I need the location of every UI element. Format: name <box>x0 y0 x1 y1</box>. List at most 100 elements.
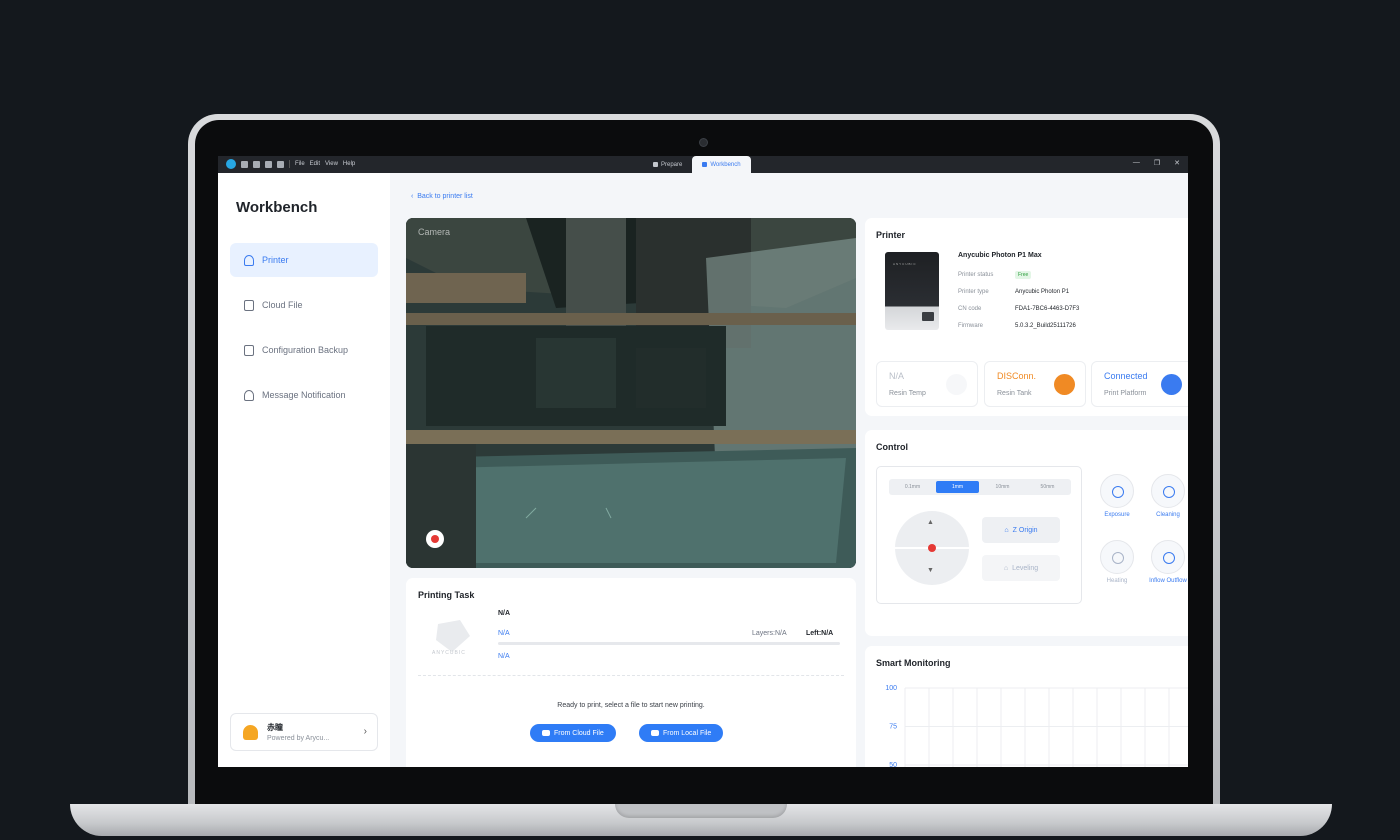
exposure-glyph <box>1112 486 1124 498</box>
title-bar-divider <box>289 160 290 168</box>
record-button[interactable] <box>426 530 444 548</box>
workbench-icon <box>702 162 708 167</box>
top-tabs: Prepare Workbench <box>643 156 751 173</box>
notification-bell-icon <box>243 725 258 740</box>
record-icon <box>431 535 439 543</box>
menu-edit[interactable]: Edit <box>310 161 320 167</box>
back-link-label: Back to printer list <box>417 193 473 200</box>
control-card: Control 0.1mm 1mm 10mm 50mm ▲ ▼ ⌂ Z Orig… <box>865 430 1188 636</box>
cleaning-label: Cleaning <box>1156 512 1180 518</box>
cloud-file-icon <box>244 299 254 311</box>
menu-help[interactable]: Help <box>343 161 355 167</box>
printer-type-value: Anycubic Photon P1 <box>1015 289 1070 295</box>
menu-view[interactable]: View <box>325 161 338 167</box>
printer-model: Anycubic Photon P1 Max <box>958 252 1042 259</box>
stop-icon[interactable] <box>928 544 936 552</box>
printing-task-title: Printing Task <box>418 590 475 600</box>
leveling-button[interactable]: ⌂ Leveling <box>982 555 1060 581</box>
printer-status-badge: Free <box>1015 271 1032 279</box>
print-platform-label: Print Platform <box>1104 390 1147 397</box>
redo-icon[interactable] <box>277 160 284 168</box>
printer-icon <box>244 254 254 266</box>
sidebar-item-label: Printer <box>262 255 289 265</box>
step-10mm[interactable]: 10mm <box>981 481 1024 493</box>
printer-image: ANYCUBIC <box>885 252 939 330</box>
step-1mm[interactable]: 1mm <box>936 481 979 493</box>
inflow-outflow-label: Inflow Outflow <box>1149 578 1187 584</box>
leveling-icon: ⌂ <box>1003 564 1009 572</box>
printer-status-key: Printer status <box>958 272 994 278</box>
window-controls: — ❐ ✕ <box>1133 159 1180 167</box>
tab-prepare[interactable]: Prepare <box>643 156 692 173</box>
camera-image <box>406 218 856 568</box>
sidebar-title: Workbench <box>236 199 318 216</box>
task-divider <box>418 675 844 676</box>
task-detail: N/A <box>498 653 510 660</box>
z-origin-label: Z Origin <box>1012 526 1038 534</box>
from-cloud-file-label: From Cloud File <box>554 729 604 737</box>
resin-tank-icon <box>1054 374 1075 395</box>
task-time-left: Left:N/A <box>806 630 834 637</box>
task-layers: Layers:N/A <box>752 630 787 637</box>
control-title: Control <box>876 442 908 452</box>
from-local-file-button[interactable]: From Local File <box>639 724 724 742</box>
folder-icon <box>651 730 659 736</box>
cleaning-glyph <box>1163 486 1175 498</box>
z-origin-button[interactable]: ⌂ Z Origin <box>982 517 1060 543</box>
title-bar-left: File Edit View Help <box>226 159 355 169</box>
user-name: 赤瞳 <box>267 723 283 732</box>
cn-code-value: FDA1-7BC6-4463-D7F3 <box>1015 306 1080 312</box>
from-cloud-file-button[interactable]: From Cloud File <box>530 724 616 742</box>
tab-workbench[interactable]: Workbench <box>692 156 751 173</box>
tab-prepare-label: Prepare <box>661 161 683 168</box>
app-logo-icon[interactable] <box>226 159 236 169</box>
camera-feed: Camera <box>406 218 856 568</box>
task-file-name: N/A <box>498 610 511 617</box>
sidebar-item-cloud-file[interactable]: Cloud File <box>230 288 378 322</box>
firmware-value: 5.0.3.2_Build25111726 <box>1015 323 1076 329</box>
printer-screen-icon <box>922 312 934 321</box>
z-up-icon[interactable]: ▲ <box>927 519 934 526</box>
folder-icon[interactable] <box>241 160 248 168</box>
z-down-icon[interactable]: ▼ <box>927 567 934 574</box>
user-card[interactable]: 赤瞳 Powered by Arycu... › <box>230 713 378 751</box>
printer-type-key: Printer type <box>958 289 989 295</box>
z-axis-controls: 0.1mm 1mm 10mm 50mm ▲ ▼ ⌂ Z Origin ⌂ Lev… <box>876 466 1082 604</box>
sidebar-item-printer[interactable]: Printer <box>230 243 378 277</box>
prepare-icon <box>653 162 658 167</box>
exposure-action[interactable]: Exposure <box>1092 474 1142 518</box>
task-ready-message: Ready to print, select a file to start n… <box>557 702 705 709</box>
title-bar: File Edit View Help Prepare Workbench — … <box>218 156 1188 173</box>
smart-monitoring-card: Smart Monitoring 100755025 <box>865 646 1188 767</box>
resin-tank-stat: DISConn. Resin Tank <box>984 361 1086 407</box>
back-to-printer-list-link[interactable]: ‹ Back to printer list <box>411 193 473 200</box>
resin-tank-label: Resin Tank <box>997 390 1032 397</box>
y-tick-label: 50 <box>889 762 897 767</box>
undo-icon[interactable] <box>265 160 272 168</box>
tab-workbench-label: Workbench <box>710 161 741 168</box>
sidebar-item-configuration-backup[interactable]: Configuration Backup <box>230 333 378 367</box>
heating-action[interactable]: Heating <box>1092 540 1142 584</box>
user-subtitle: Powered by Arycu... <box>267 735 330 742</box>
step-0-1mm[interactable]: 0.1mm <box>891 481 934 493</box>
save-icon[interactable] <box>253 160 260 168</box>
printer-card-title: Printer <box>876 230 906 240</box>
close-icon[interactable]: ✕ <box>1174 159 1180 167</box>
maximize-icon[interactable]: ❐ <box>1154 159 1160 167</box>
home-icon: ⌂ <box>1004 526 1009 534</box>
cleaning-action[interactable]: Cleaning <box>1143 474 1188 518</box>
heating-label: Heating <box>1106 578 1128 584</box>
step-50mm[interactable]: 50mm <box>1026 481 1069 493</box>
sidebar-item-message-notification[interactable]: Message Notification <box>230 378 378 412</box>
cn-code-key: CN code <box>958 306 982 312</box>
print-platform-value: Connected <box>1104 371 1148 381</box>
webcam-icon <box>699 138 708 147</box>
printing-task-card: Printing Task ANYCUBIC N/A N/A Layers:N/… <box>406 578 856 767</box>
inflow-outflow-action[interactable]: Inflow Outflow <box>1143 540 1188 584</box>
inflow-outflow-glyph <box>1163 552 1175 564</box>
camera-label: Camera <box>418 227 451 237</box>
resin-temp-value: N/A <box>889 371 905 381</box>
menu-file[interactable]: File <box>295 161 305 167</box>
step-selector: 0.1mm 1mm 10mm 50mm <box>889 479 1071 495</box>
minimize-icon[interactable]: — <box>1133 159 1140 167</box>
